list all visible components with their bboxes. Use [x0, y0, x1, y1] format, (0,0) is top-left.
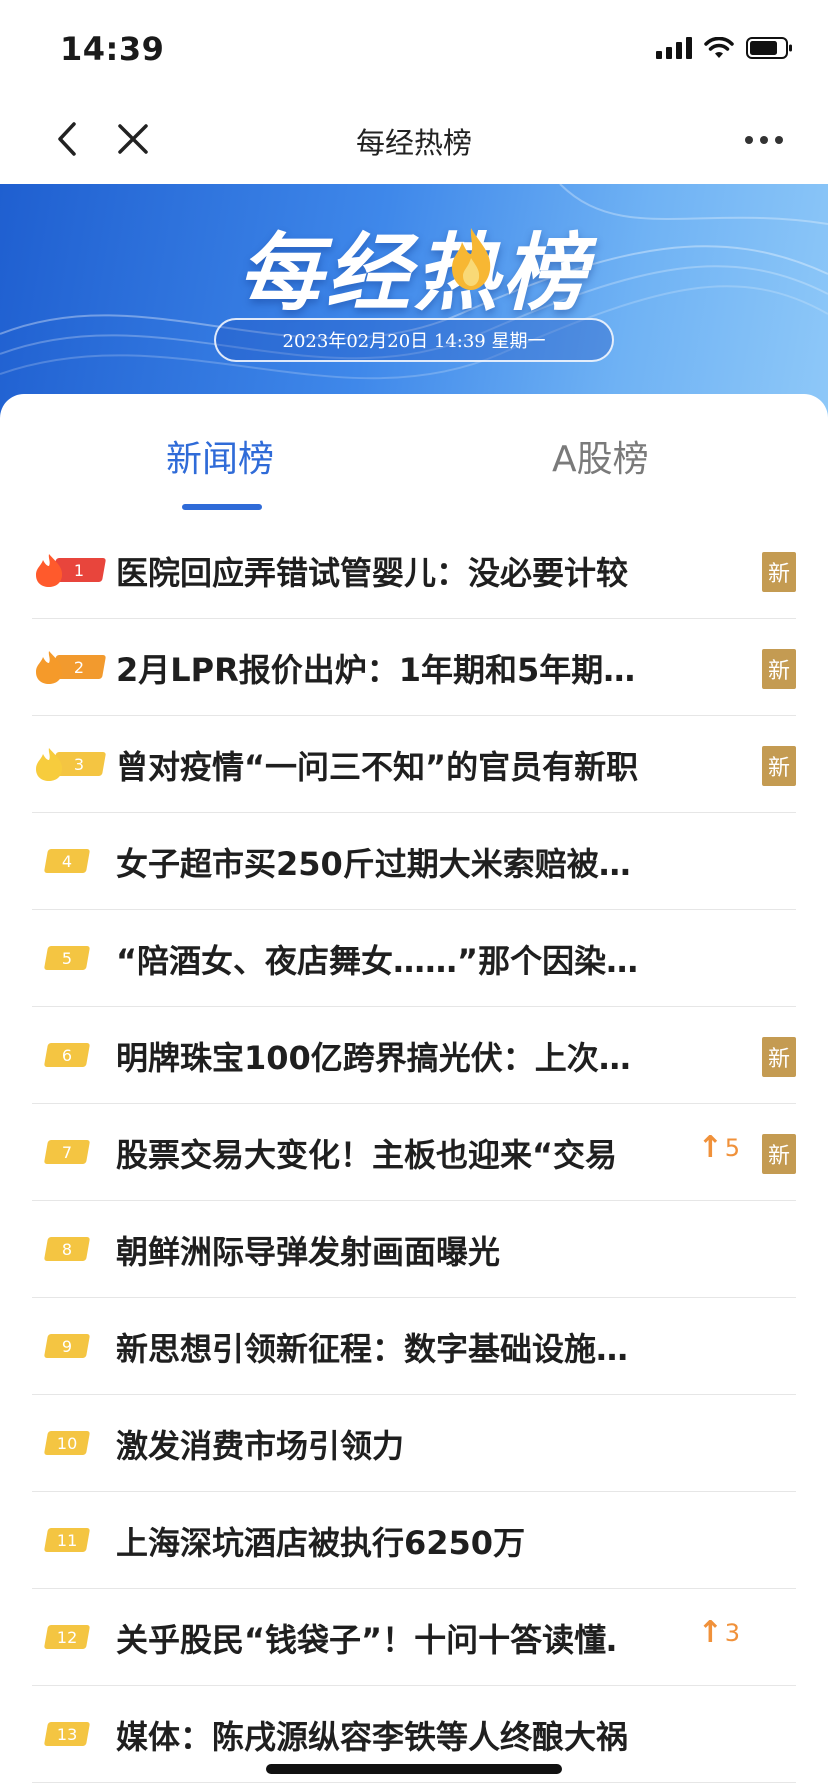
arrow-up-icon: ↑ [697, 1615, 723, 1650]
rank-badge: 8 [43, 1237, 91, 1261]
flame-icon [36, 748, 63, 781]
list-item[interactable]: 5 “陪酒女、夜店舞女……”那个因染… [32, 910, 796, 1007]
list-item[interactable]: 1 医院回应弄错试管婴儿：没必要计较 新 [32, 522, 796, 619]
rank-badge: 5 [43, 946, 91, 970]
news-title: 新思想引领新征程：数字基础设施… [116, 1330, 629, 1368]
battery-icon [746, 36, 794, 60]
rank-indicator: 13 [32, 1716, 104, 1752]
news-title: 明牌珠宝100亿跨界搞光伏：上次… [116, 1039, 631, 1077]
rank-indicator: 1 [32, 552, 107, 588]
new-badge: 新 [762, 1134, 796, 1174]
new-badge: 新 [762, 1037, 796, 1077]
flame-icon [452, 228, 491, 290]
list-item[interactable]: 10 激发消费市场引领力 [32, 1395, 796, 1492]
wifi-icon [704, 37, 734, 59]
rank-indicator: 4 [32, 843, 104, 879]
rank-indicator: 12 [32, 1619, 104, 1655]
rank-indicator: 11 [32, 1522, 104, 1558]
flame-icon [36, 554, 63, 587]
rank-indicator: 10 [32, 1425, 104, 1461]
new-badge: 新 [762, 552, 796, 592]
home-indicator [266, 1764, 562, 1774]
rank-badge: 6 [43, 1043, 91, 1067]
rank-badge: 9 [43, 1334, 91, 1358]
rank-badge: 13 [43, 1722, 91, 1746]
banner-date: 2023年02月20日 14:39 星期一 [214, 318, 614, 362]
rise-count: 5 [724, 1133, 740, 1162]
banner: 每经热榜 2023年02月20日 14:39 星期一 [0, 184, 828, 424]
page-title: 每经热榜 [355, 126, 472, 160]
news-title: 关乎股民“钱袋子”！十问十答读懂… [116, 1621, 616, 1659]
news-title: 上海深坑酒店被执行6250万 [116, 1524, 526, 1562]
rank-indicator: 5 [32, 940, 104, 976]
list-item[interactable]: 4 女子超市买250斤过期大米索赔被… [32, 813, 796, 910]
list-item[interactable]: 9 新思想引领新征程：数字基础设施… [32, 1298, 796, 1395]
news-title: 股票交易大变化！主板也迎来“交易… [116, 1136, 616, 1174]
list-item[interactable]: 11 上海深坑酒店被执行6250万 [32, 1492, 796, 1589]
new-badge: 新 [762, 649, 796, 689]
rank-indicator: 9 [32, 1328, 104, 1364]
tab-news[interactable]: 新闻榜 [166, 430, 274, 482]
rank-badge: 11 [43, 1528, 91, 1552]
rank-rise: ↑ 3 [698, 1615, 740, 1650]
status-icons [656, 36, 794, 60]
rank-badge: 12 [43, 1625, 91, 1649]
tab-a-shares[interactable]: A股榜 [552, 430, 649, 482]
rank-rise: ↑ 5 [698, 1130, 740, 1165]
rank-indicator: 7 [32, 1134, 104, 1170]
news-title: 朝鲜洲际导弹发射画面曝光 [116, 1233, 501, 1271]
list-item[interactable]: 12 关乎股民“钱袋子”！十问十答读懂… ↑ 3 [32, 1589, 796, 1686]
list-item[interactable]: 6 明牌珠宝100亿跨界搞光伏：上次… 新 [32, 1007, 796, 1104]
rank-badge: 10 [43, 1431, 91, 1455]
ranking-card: 新闻榜 A股榜 1 医院回应弄错试管婴儿：没必要计较 新 2 2月LPR报价出炉… [0, 394, 828, 1792]
rank-badge: 7 [43, 1140, 91, 1164]
list-item[interactable]: 7 股票交易大变化！主板也迎来“交易… ↑ 5 新 [32, 1104, 796, 1201]
dot-icon [745, 136, 753, 144]
banner-title: 每经热榜 [237, 224, 590, 322]
tab-bar: 新闻榜 A股榜 [0, 430, 828, 520]
rank-indicator: 2 [32, 649, 107, 685]
rank-indicator: 3 [32, 746, 107, 782]
list-item[interactable]: 2 2月LPR报价出炉：1年期和5年期… 新 [32, 619, 796, 716]
news-list: 1 医院回应弄错试管婴儿：没必要计较 新 2 2月LPR报价出炉：1年期和5年期… [32, 522, 796, 1783]
status-time: 14:39 [60, 30, 165, 68]
status-bar: 14:39 [0, 0, 828, 96]
signal-icon [656, 37, 692, 59]
news-title: 曾对疫情“一问三不知”的官员有新职 [116, 748, 639, 786]
news-title: 2月LPR报价出炉：1年期和5年期… [116, 651, 636, 689]
arrow-up-icon: ↑ [697, 1130, 723, 1165]
rank-badge: 4 [43, 849, 91, 873]
rank-indicator: 8 [32, 1231, 104, 1267]
new-badge: 新 [762, 746, 796, 786]
news-title: 女子超市买250斤过期大米索赔被… [116, 845, 631, 883]
news-title: 激发消费市场引领力 [116, 1427, 405, 1465]
news-title: “陪酒女、夜店舞女……”那个因染… [116, 942, 639, 980]
list-item[interactable]: 8 朝鲜洲际导弹发射画面曝光 [32, 1201, 796, 1298]
news-title: 媒体：陈戌源纵容李铁等人终酿大祸 [116, 1718, 629, 1756]
list-item[interactable]: 3 曾对疫情“一问三不知”的官员有新职 新 [32, 716, 796, 813]
nav-bar: 每经热榜 [0, 96, 828, 184]
dot-icon [775, 136, 783, 144]
tab-active-indicator [182, 504, 262, 510]
rise-count: 3 [724, 1618, 740, 1647]
more-button[interactable] [734, 116, 794, 164]
rank-indicator: 6 [32, 1037, 104, 1073]
flame-icon [36, 651, 63, 684]
dot-icon [760, 136, 768, 144]
news-title: 医院回应弄错试管婴儿：没必要计较 [116, 554, 629, 592]
